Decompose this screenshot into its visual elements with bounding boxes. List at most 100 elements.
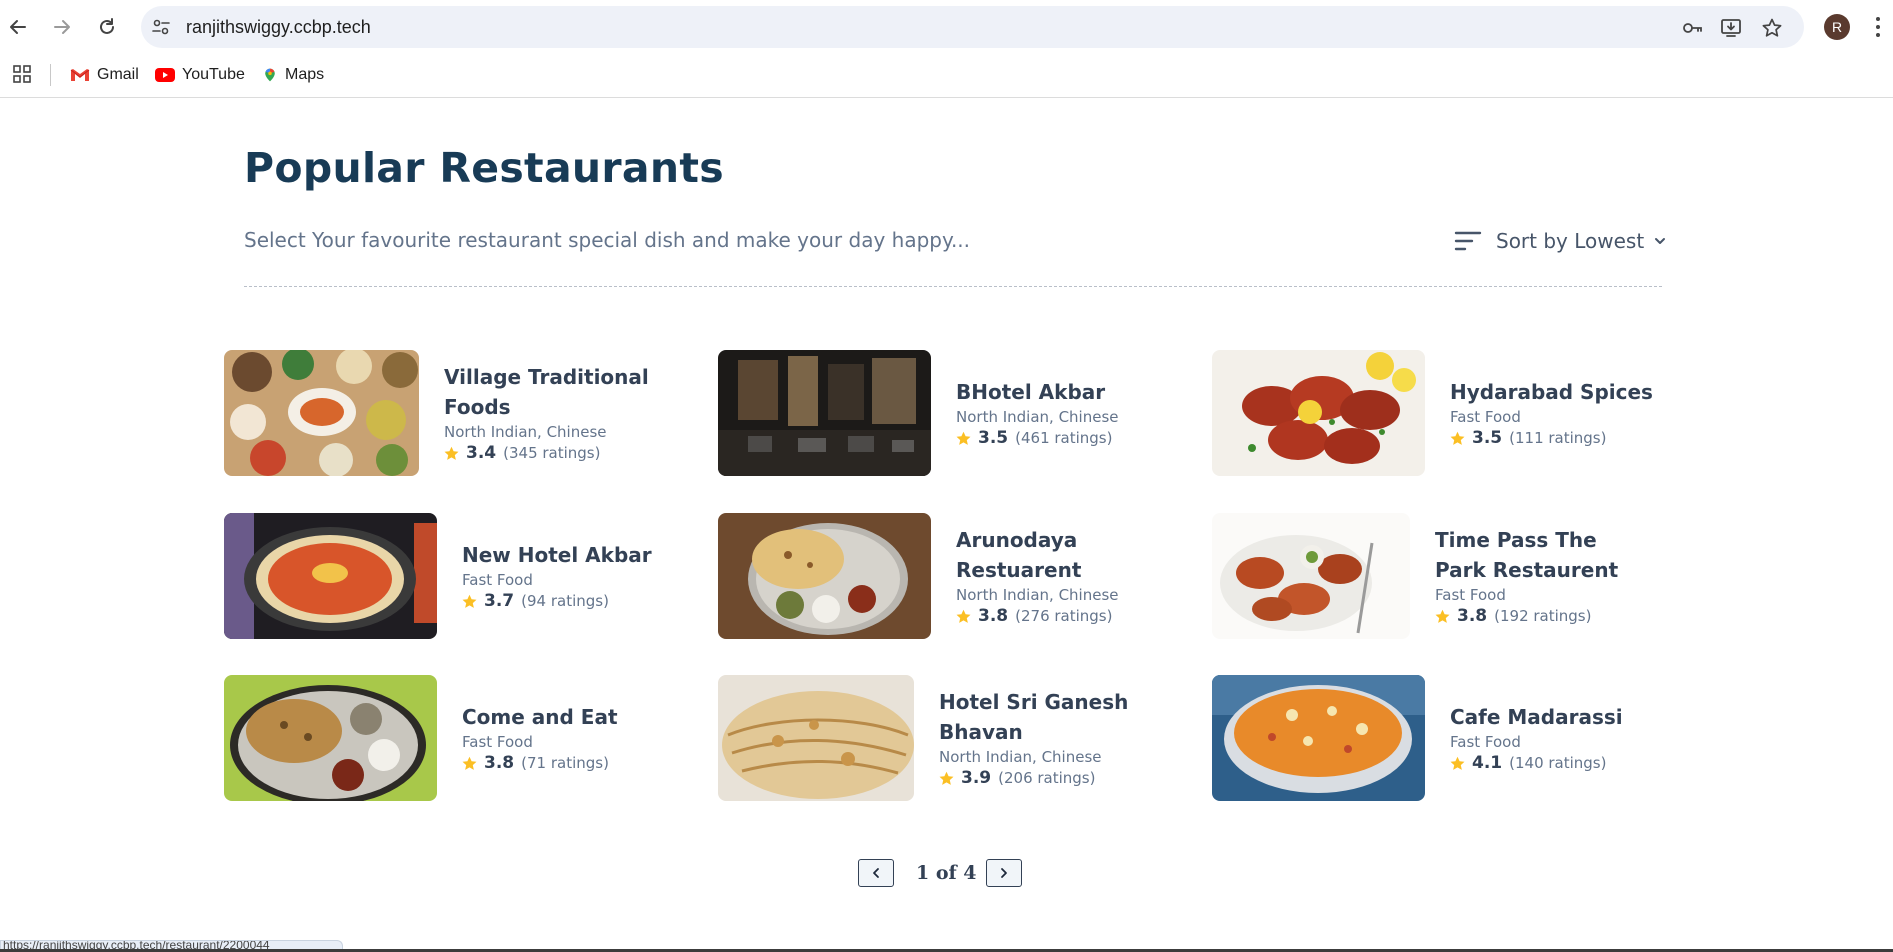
star-icon	[462, 756, 477, 770]
restaurant-info: Hydarabad Spices Fast Food 3.5 (111 rati…	[1450, 377, 1660, 449]
restaurant-cuisine: North Indian, Chinese	[939, 748, 1102, 766]
rating-value: 3.8	[484, 753, 515, 773]
url-text[interactable]: ranjithswiggy.ccbp.tech	[186, 17, 371, 38]
bookmark-maps[interactable]: Maps	[262, 64, 324, 86]
restaurant-info: Time Pass The Park Restaurent Fast Food …	[1435, 525, 1645, 627]
restaurant-rating: 3.9 (206 ratings)	[939, 767, 1149, 789]
restaurant-name: BHotel Akbar	[956, 380, 1106, 404]
address-bar[interactable]: ranjithswiggy.ccbp.tech	[141, 6, 1804, 48]
chicken-legs-image	[1212, 513, 1410, 639]
sort-lines-icon	[1454, 231, 1482, 251]
restaurant-rating: 3.8 (71 ratings)	[462, 752, 672, 774]
restaurant-card[interactable]: Cafe Madarassi Fast Food 4.1 (140 rating…	[1212, 675, 1660, 801]
restaurant-rating: 3.7 (94 ratings)	[462, 590, 672, 612]
reload-icon	[100, 18, 114, 34]
page-subtitle: Select Your favourite restaurant special…	[244, 228, 971, 252]
restaurant-rating: 3.5 (111 ratings)	[1450, 427, 1660, 449]
star-icon	[1450, 756, 1465, 770]
chevron-left-icon	[873, 868, 879, 878]
rating-value: 3.7	[484, 591, 515, 611]
star-icon	[1435, 609, 1450, 623]
bookmark-youtube[interactable]: YouTube	[155, 64, 245, 86]
restaurant-cuisine: Fast Food	[1435, 586, 1506, 604]
bookmark-star-icon[interactable]	[1761, 17, 1783, 39]
naan-thali-image	[718, 513, 931, 639]
restaurant-card[interactable]: Come and Eat Fast Food 3.8 (71 ratings)	[224, 675, 672, 801]
ratings-count: (94 ratings)	[521, 592, 609, 610]
youtube-icon	[155, 68, 175, 82]
thali-spread-image	[224, 350, 419, 476]
restaurant-name: Hotel Sri Ganesh Bhavan	[939, 690, 1129, 744]
rating-value: 3.5	[978, 428, 1009, 448]
star-icon	[956, 431, 971, 445]
bookmark-label: Gmail	[97, 66, 139, 83]
restaurant-cuisine: Fast Food	[1450, 733, 1521, 751]
star-icon	[462, 594, 477, 608]
restaurant-rating: 3.8 (276 ratings)	[956, 605, 1166, 627]
paratha-plate-image	[224, 675, 437, 801]
restaurant-card[interactable]: Hotel Sri Ganesh Bhavan North Indian, Ch…	[718, 675, 1149, 801]
forward-button[interactable]	[48, 13, 76, 41]
restaurant-card[interactable]: BHotel Akbar North Indian, Chinese 3.5 (…	[718, 350, 1166, 476]
restaurant-cuisine: Fast Food	[462, 571, 533, 589]
rating-value: 3.4	[466, 443, 497, 463]
restaurant-rating: 4.1 (140 ratings)	[1450, 752, 1660, 774]
more-menu-icon[interactable]	[1874, 16, 1882, 38]
restaurant-info: Village Traditional Foods North Indian, …	[444, 362, 654, 464]
star-icon	[444, 446, 459, 460]
prev-page-button[interactable]	[858, 859, 894, 887]
ratings-count: (345 ratings)	[503, 444, 601, 462]
restaurant-rating: 3.5 (461 ratings)	[956, 427, 1166, 449]
restaurant-name: Arunodaya Restuarent	[956, 528, 1082, 582]
sort-dropdown[interactable]: Sort by Lowest	[1454, 226, 1666, 256]
star-icon	[1450, 431, 1465, 445]
rating-value: 3.8	[978, 606, 1009, 626]
restaurant-cuisine: North Indian, Chinese	[956, 586, 1119, 604]
profile-avatar[interactable]: R	[1824, 14, 1850, 40]
reload-button[interactable]	[93, 13, 121, 41]
star-icon	[939, 771, 954, 785]
restaurant-info: BHotel Akbar North Indian, Chinese 3.5 (…	[956, 377, 1166, 449]
restaurant-card[interactable]: Hydarabad Spices Fast Food 3.5 (111 rati…	[1212, 350, 1660, 476]
ratings-count: (140 ratings)	[1509, 754, 1607, 772]
restaurant-interior-image	[718, 350, 931, 476]
back-button[interactable]	[4, 13, 32, 41]
restaurant-card[interactable]: Village Traditional Foods North Indian, …	[224, 350, 654, 476]
header-divider	[244, 286, 1662, 287]
ratings-count: (71 ratings)	[521, 754, 609, 772]
bookmark-label: YouTube	[182, 66, 245, 83]
rating-value: 3.9	[961, 768, 992, 788]
forward-arrow-icon	[54, 20, 70, 34]
restaurant-card[interactable]: Arunodaya Restuarent North Indian, Chine…	[718, 513, 1166, 639]
restaurant-cuisine: Fast Food	[1450, 408, 1521, 426]
kesari-bowl-image	[1212, 675, 1425, 801]
parotta-image	[718, 675, 914, 801]
ratings-count: (192 ratings)	[1494, 607, 1592, 625]
maps-icon	[265, 68, 275, 82]
restaurant-card[interactable]: Time Pass The Park Restaurent Fast Food …	[1212, 513, 1645, 639]
bookmarks-bar: Gmail YouTube Maps	[0, 54, 1893, 98]
bookmarks-separator	[50, 64, 51, 86]
password-key-icon[interactable]	[1681, 17, 1703, 39]
restaurant-info: Come and Eat Fast Food 3.8 (71 ratings)	[462, 702, 672, 774]
restaurant-cuisine: Fast Food	[462, 733, 533, 751]
restaurant-info: Arunodaya Restuarent North Indian, Chine…	[956, 525, 1166, 627]
chevron-right-icon	[1001, 868, 1007, 878]
page-title: Popular Restaurants	[244, 144, 724, 192]
next-page-button[interactable]	[986, 859, 1022, 887]
gmail-icon	[70, 69, 90, 81]
chevron-down-icon	[1655, 238, 1666, 244]
restaurant-name: New Hotel Akbar	[462, 543, 652, 567]
apps-grid-icon[interactable]	[13, 65, 31, 83]
restaurant-info: New Hotel Akbar Fast Food 3.7 (94 rating…	[462, 540, 672, 612]
restaurant-cuisine: North Indian, Chinese	[956, 408, 1119, 426]
site-settings-icon[interactable]	[151, 17, 171, 37]
restaurant-rating: 3.8 (192 ratings)	[1435, 605, 1645, 627]
rating-value: 3.5	[1472, 428, 1503, 448]
ratings-count: (276 ratings)	[1015, 607, 1113, 625]
restaurant-card[interactable]: New Hotel Akbar Fast Food 3.7 (94 rating…	[224, 513, 672, 639]
bookmark-gmail[interactable]: Gmail	[70, 64, 139, 86]
rating-value: 4.1	[1472, 753, 1503, 773]
restaurant-name: Come and Eat	[462, 705, 618, 729]
install-app-icon[interactable]	[1720, 17, 1742, 39]
